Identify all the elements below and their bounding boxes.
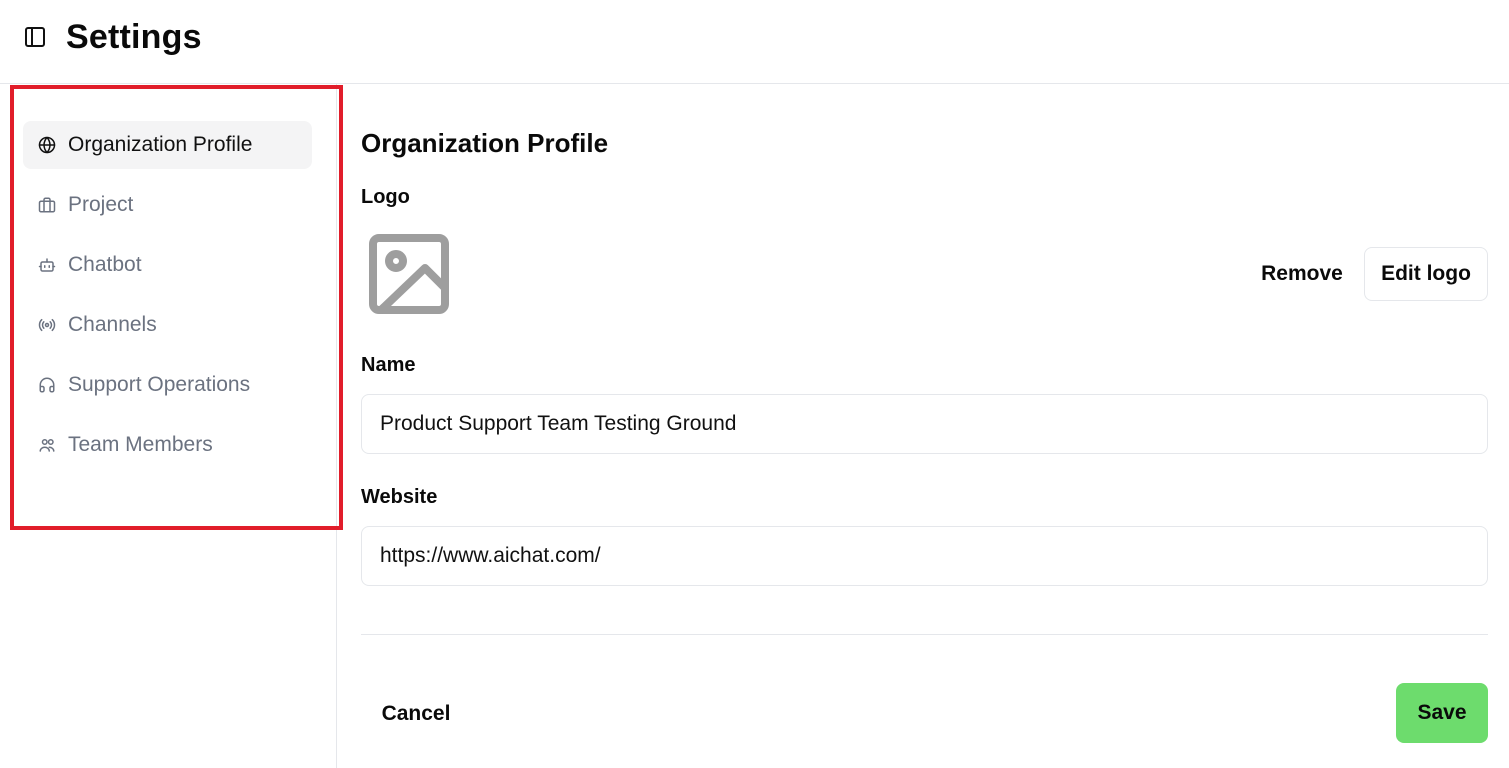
image-placeholder-icon xyxy=(367,232,451,316)
logo-label: Logo xyxy=(361,186,410,208)
save-button[interactable]: Save xyxy=(1396,683,1488,743)
website-input[interactable] xyxy=(361,526,1488,586)
sidebar-toggle-icon[interactable] xyxy=(23,25,47,49)
name-input[interactable] xyxy=(361,394,1488,454)
sidebar-item-project[interactable]: Project xyxy=(23,181,312,229)
sidebar-item-support-operations[interactable]: Support Operations xyxy=(23,361,312,409)
headset-icon xyxy=(37,375,57,395)
website-label: Website xyxy=(361,486,438,508)
sidebar-item-label: Project xyxy=(68,193,134,216)
sidebar-item-label: Team Members xyxy=(68,433,213,456)
users-icon xyxy=(37,435,57,455)
top-bar: Settings xyxy=(0,0,1509,84)
bot-icon xyxy=(37,255,57,275)
sidebar-item-team-members[interactable]: Team Members xyxy=(23,421,312,469)
name-label: Name xyxy=(361,354,416,376)
sidebar-item-label: Organization Profile xyxy=(68,133,253,156)
radio-icon xyxy=(37,315,57,335)
sidebar-item-channels[interactable]: Channels xyxy=(23,301,312,349)
remove-logo-button[interactable]: Remove xyxy=(1249,247,1355,301)
form-divider xyxy=(361,634,1488,635)
edit-logo-button[interactable]: Edit logo xyxy=(1364,247,1488,301)
page-title: Settings xyxy=(66,18,202,56)
sidebar-item-label: Chatbot xyxy=(68,253,142,276)
settings-nav: Organization Profile Project Chatbot Cha… xyxy=(23,121,312,481)
sidebar-item-label: Support Operations xyxy=(68,373,251,396)
organization-profile-panel: Organization Profile Logo Remove Edit lo… xyxy=(361,84,1488,768)
globe-icon xyxy=(37,135,57,155)
sidebar-item-label: Channels xyxy=(68,313,157,336)
section-title: Organization Profile xyxy=(361,128,609,158)
briefcase-icon xyxy=(37,195,57,215)
sidebar-item-chatbot[interactable]: Chatbot xyxy=(23,241,312,289)
sidebar-item-organization-profile[interactable]: Organization Profile xyxy=(23,121,312,169)
cancel-button[interactable]: Cancel xyxy=(361,684,471,744)
